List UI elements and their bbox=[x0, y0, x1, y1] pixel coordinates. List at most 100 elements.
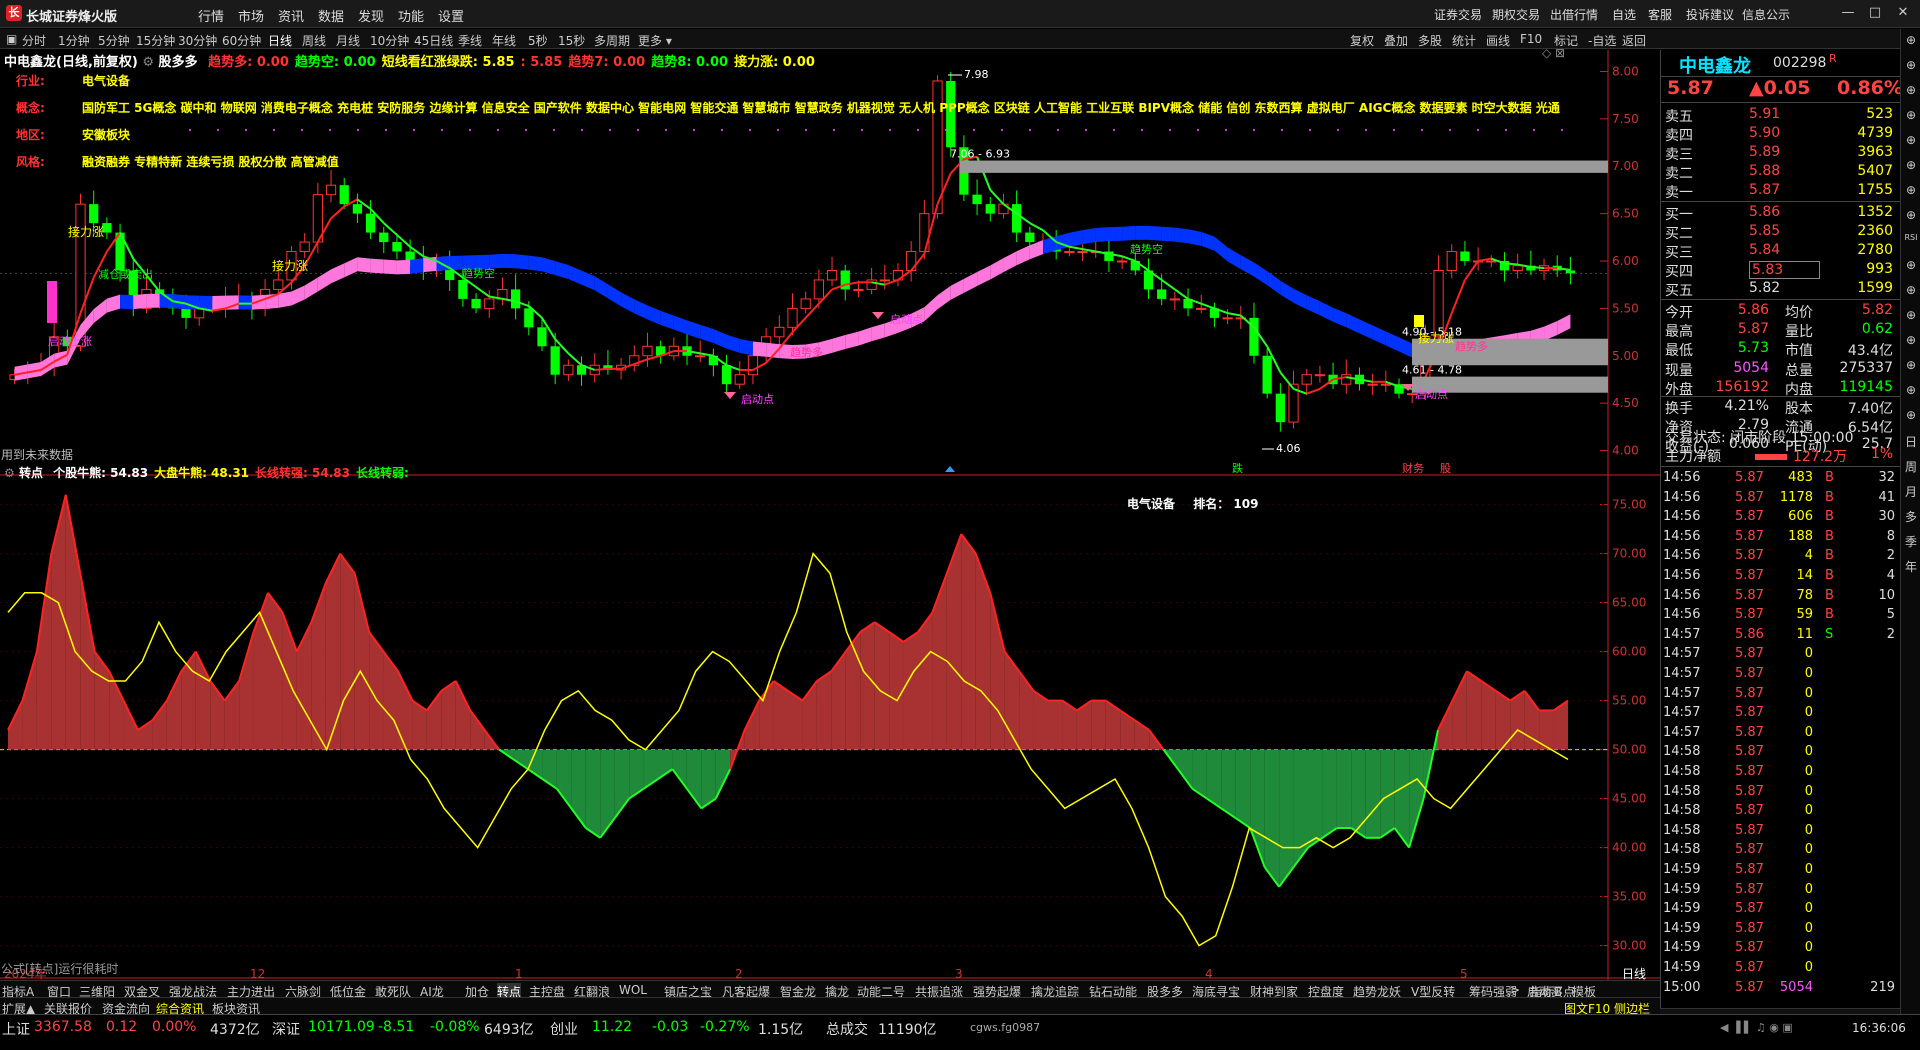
top-right-menu-item[interactable]: 信息公示 bbox=[1742, 6, 1790, 23]
tick-side: B bbox=[1825, 489, 1834, 505]
sell-level-row[interactable]: 卖一 5.87 1755 bbox=[1665, 181, 1897, 201]
sell-level-row[interactable]: 卖五 5.91 523 bbox=[1665, 105, 1897, 125]
tick-volume: 0 bbox=[1804, 803, 1813, 819]
indicator-tab[interactable]: WOL bbox=[619, 983, 647, 997]
period-tab[interactable]: 月线 bbox=[336, 32, 360, 49]
sz-index-label[interactable]: 深证 bbox=[272, 1019, 300, 1039]
period-tab[interactable]: 年线 bbox=[492, 32, 516, 49]
settings-icon[interactable]: ⚙ bbox=[142, 55, 158, 70]
menu-item[interactable]: 行情 bbox=[198, 6, 224, 25]
sell-level-row[interactable]: 卖三 5.89 3963 bbox=[1665, 143, 1897, 163]
period-tab[interactable]: 60分钟 bbox=[222, 32, 261, 49]
sidebar-icon[interactable]: 日 bbox=[1904, 433, 1918, 450]
sidebar-icon[interactable]: 季 bbox=[1904, 533, 1918, 550]
sidebar-icon[interactable]: ⊕ bbox=[1904, 258, 1918, 272]
top-right-menu-item[interactable]: 自选 bbox=[1612, 6, 1636, 23]
candle-body bbox=[774, 326, 785, 338]
minimize-icon[interactable]: — bbox=[1839, 4, 1857, 22]
maximize-icon[interactable]: □ bbox=[1866, 4, 1884, 22]
sidebar-icon[interactable]: ⊕ bbox=[1904, 33, 1918, 47]
buy-level-row[interactable]: 买二 5.85 2360 bbox=[1665, 222, 1897, 242]
sidebar-icon[interactable]: ⊕ bbox=[1904, 408, 1918, 422]
trend-band-segment bbox=[1095, 227, 1109, 243]
menu-item[interactable]: 发现 bbox=[358, 6, 384, 25]
top-right-menu-item[interactable]: 期权交易 bbox=[1492, 6, 1540, 23]
sh-index-label[interactable]: 上证 bbox=[2, 1019, 30, 1039]
period-tab[interactable]: 1分钟 bbox=[58, 32, 90, 49]
cy-index-label[interactable]: 创业 bbox=[550, 1019, 578, 1039]
buy-level-row[interactable]: 买三 5.84 2780 bbox=[1665, 241, 1897, 261]
low-marker: 4.06 bbox=[1276, 442, 1301, 455]
toolbar-button[interactable]: 叠加 bbox=[1384, 32, 1408, 49]
top-right-menu-item[interactable]: 投诉建议 bbox=[1686, 6, 1734, 23]
toolbar-button[interactable]: F10 bbox=[1520, 32, 1542, 46]
sidebar-icon[interactable]: ⊕ bbox=[1904, 83, 1918, 97]
sidebar-icon[interactable]: ⊕ bbox=[1904, 208, 1918, 222]
chart-controls[interactable]: ◇ ⊠ bbox=[1542, 46, 1565, 60]
period-tab[interactable]: 更多 ▾ bbox=[638, 32, 672, 49]
toolbar-button[interactable]: 复权 bbox=[1350, 32, 1374, 49]
sidebar-icon[interactable]: 周 bbox=[1904, 458, 1918, 475]
sidebar-icon[interactable]: ⊕ bbox=[1904, 108, 1918, 122]
candle-body bbox=[511, 289, 521, 309]
sidebar-icon[interactable]: 年 bbox=[1904, 558, 1918, 575]
period-tab[interactable]: 周线 bbox=[302, 32, 326, 49]
sz-index-value: 10171.09 bbox=[308, 1019, 375, 1035]
sidebar-icon[interactable]: ⊕ bbox=[1904, 58, 1918, 72]
toolbar-button[interactable]: -自选 bbox=[1588, 32, 1616, 49]
kline-chart-area[interactable]: 8.00 7.50 7.00 6.50 6.00 5.50 5.00 4.50 4.00 7.06… bbox=[0, 46, 1660, 981]
toolbar-button[interactable]: 统计 bbox=[1452, 32, 1476, 49]
period-tab[interactable]: 季线 bbox=[458, 32, 482, 49]
period-tab[interactable]: 5分钟 bbox=[98, 32, 130, 49]
buy-level-row[interactable]: 买一 5.86 1352 bbox=[1665, 203, 1897, 223]
buy-level-row[interactable]: 买四 5.83 993 bbox=[1665, 260, 1897, 280]
period-tab[interactable]: 5秒 bbox=[528, 32, 548, 49]
buy-level-label: 买三 bbox=[1665, 245, 1693, 261]
sidebar-icon[interactable]: ⊕ bbox=[1904, 383, 1918, 397]
period-tab[interactable]: 45日线 bbox=[414, 32, 453, 49]
toolbar-button[interactable]: 画线 bbox=[1486, 32, 1510, 49]
tick-price: 5.86 bbox=[1735, 626, 1764, 642]
trend-band-segment bbox=[871, 323, 885, 342]
sidebar-icon[interactable]: 月 bbox=[1904, 483, 1918, 500]
indicator-tab-bar: 指标A 窗口 三维阳 双金叉 强龙战法 主力进出 六脉剑 低位金 敢死队 AI龙 加仓 转点 主控盘 红翻… bbox=[0, 980, 1660, 1000]
sidebar-icon[interactable]: ⊕ bbox=[1904, 133, 1918, 147]
period-tab[interactable]: 30分钟 bbox=[178, 32, 217, 49]
price-tick-label: 5.50 bbox=[1612, 301, 1639, 315]
lower-tick-label: 30.00 bbox=[1612, 939, 1646, 953]
sell-level-row[interactable]: 卖四 5.90 4739 bbox=[1665, 124, 1897, 144]
period-tab[interactable]: 15秒 bbox=[558, 32, 585, 49]
menu-item[interactable]: 市场 bbox=[238, 6, 264, 25]
panel-toggle-icon[interactable]: ▣ bbox=[6, 32, 17, 46]
period-tab[interactable]: 分时 bbox=[22, 32, 46, 49]
close-icon[interactable]: ✕ bbox=[1894, 4, 1912, 22]
sidebar-icon[interactable]: RSI bbox=[1904, 233, 1918, 242]
sidebar-icon[interactable]: ⊕ bbox=[1904, 158, 1918, 172]
toolbar-button[interactable]: 返回 bbox=[1622, 32, 1646, 49]
sidebar-icon[interactable]: ⊕ bbox=[1904, 283, 1918, 297]
top-right-menu-item[interactable]: 证券交易 bbox=[1434, 6, 1482, 23]
top-right-menu-item[interactable]: 客服 bbox=[1648, 6, 1672, 23]
connection-icons[interactable]: ◀ ▐ ▌ ♫ ◉ ▣ bbox=[1720, 1021, 1793, 1034]
sidebar-icon[interactable]: ⊕ bbox=[1904, 333, 1918, 347]
period-tab[interactable]: 10分钟 bbox=[370, 32, 409, 49]
quote-stat-value: 7.40亿 bbox=[1847, 401, 1893, 417]
sidebar-icon[interactable]: ⊕ bbox=[1904, 183, 1918, 197]
top-right-menu-item[interactable]: 出借行情 bbox=[1550, 6, 1598, 23]
period-tab[interactable]: 15分钟 bbox=[136, 32, 175, 49]
sidebar-icon[interactable]: 多 bbox=[1904, 508, 1918, 525]
sidebar-icon[interactable]: ⊕ bbox=[1904, 358, 1918, 372]
sell-level-row[interactable]: 卖二 5.88 5407 bbox=[1665, 162, 1897, 182]
toolbar-button[interactable]: 多股 bbox=[1418, 32, 1442, 49]
settings-icon[interactable]: ⚙ bbox=[4, 466, 19, 480]
menu-item[interactable]: 数据 bbox=[318, 6, 344, 25]
buy-level-row[interactable]: 买五 5.82 1599 bbox=[1665, 279, 1897, 299]
menu-item[interactable]: 设置 bbox=[438, 6, 464, 25]
menu-item[interactable]: 功能 bbox=[398, 6, 424, 25]
indicator-tab[interactable]: > bbox=[1510, 983, 1520, 997]
sidebar-icon[interactable]: ⊕ bbox=[1904, 308, 1918, 322]
period-tab[interactable]: 日线 bbox=[268, 32, 292, 49]
period-tab[interactable]: 多周期 bbox=[594, 32, 630, 49]
menu-item[interactable]: 资讯 bbox=[278, 6, 304, 25]
tick-row: 14:57 5.87 0 bbox=[1663, 685, 1899, 703]
